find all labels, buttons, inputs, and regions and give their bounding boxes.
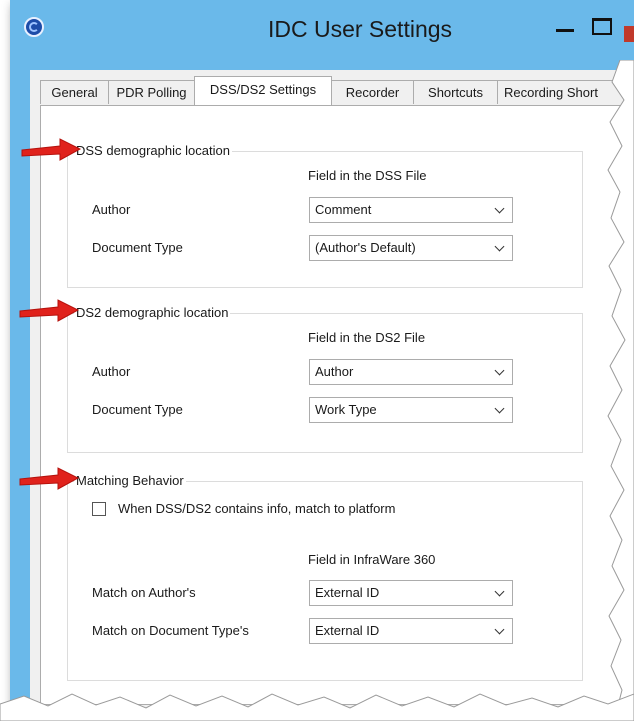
selected-value: Work Type xyxy=(315,402,377,417)
chevron-down-icon xyxy=(494,241,505,252)
match-document-type-select[interactable]: External ID xyxy=(309,618,513,644)
selected-value: External ID xyxy=(315,623,380,638)
ds2-document-type-select[interactable]: Work Type xyxy=(309,397,513,423)
ds2-author-select[interactable]: Author xyxy=(309,359,513,385)
chevron-down-icon xyxy=(494,403,505,414)
settings-window: IDC User Settings General PDR Polling DS… xyxy=(10,0,634,712)
matching-behavior-group: Matching Behavior When DSS/DS2 contains … xyxy=(67,473,583,681)
selected-value: External ID xyxy=(315,585,380,600)
tab-general[interactable]: General xyxy=(40,80,109,104)
chevron-down-icon xyxy=(494,203,505,214)
match-author-label: Match on Author's xyxy=(92,585,196,600)
chevron-down-icon xyxy=(494,365,505,376)
close-button[interactable] xyxy=(624,26,634,42)
dss-document-type-select[interactable]: (Author's Default) xyxy=(309,235,513,261)
author-label: Author xyxy=(92,364,131,379)
chevron-down-icon xyxy=(494,624,505,635)
column-header: Field in the DS2 File xyxy=(308,330,426,345)
red-arrow-icon xyxy=(19,299,80,322)
dss-author-select[interactable]: Comment xyxy=(309,197,513,223)
tab-recorder[interactable]: Recorder xyxy=(331,80,414,104)
tab-pdr-polling[interactable]: PDR Polling xyxy=(108,80,195,104)
column-header: Field in InfraWare 360 xyxy=(308,552,436,567)
group-title: DSS demographic location xyxy=(74,143,232,159)
document-type-label: Document Type xyxy=(92,240,183,255)
torn-edge-bottom xyxy=(0,693,634,721)
selected-value: Comment xyxy=(315,202,372,217)
ds2-demographic-group: DS2 demographic location Field in the DS… xyxy=(67,305,583,453)
tab-dss-ds2-settings[interactable]: DSS/DS2 Settings xyxy=(194,76,332,105)
torn-edge-right xyxy=(607,60,634,721)
title-bar[interactable]: IDC User Settings xyxy=(10,0,634,70)
window-title: IDC User Settings xyxy=(267,16,453,42)
document-type-label: Document Type xyxy=(92,402,183,417)
tab-shortcuts[interactable]: Shortcuts xyxy=(413,80,498,104)
dss-demographic-group: DSS demographic location Field in the DS… xyxy=(67,143,583,288)
maximize-icon[interactable] xyxy=(588,14,614,38)
group-title: Matching Behavior xyxy=(74,473,186,489)
chevron-down-icon xyxy=(494,586,505,597)
red-arrow-icon xyxy=(21,138,82,161)
selected-value: Author xyxy=(315,364,354,379)
match-to-platform-checkbox[interactable] xyxy=(92,502,106,516)
selected-value: (Author's Default) xyxy=(315,240,416,255)
red-arrow-icon xyxy=(19,467,80,490)
match-document-type-label: Match on Document Type's xyxy=(92,623,249,638)
column-header: Field in the DSS File xyxy=(308,168,427,183)
group-title: DS2 demographic location xyxy=(74,305,231,321)
dialog-client-area: General PDR Polling DSS/DS2 Settings Rec… xyxy=(30,70,634,712)
match-author-select[interactable]: External ID xyxy=(309,580,513,606)
checkbox-label[interactable]: When DSS/DS2 contains info, match to pla… xyxy=(118,501,395,516)
author-label: Author xyxy=(92,202,131,217)
dss-ds2-settings-panel: DSS demographic location Field in the DS… xyxy=(40,105,634,705)
minimize-icon[interactable] xyxy=(554,15,578,39)
